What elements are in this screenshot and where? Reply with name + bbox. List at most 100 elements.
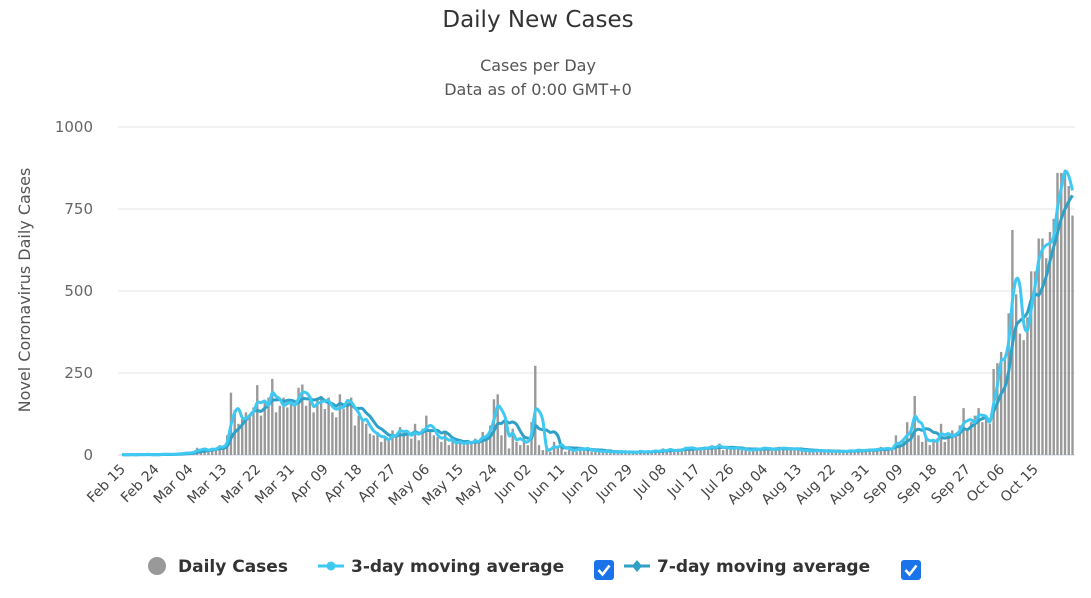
daily-cases-bar [387, 440, 390, 455]
x-tick-label: Jun 20 [559, 462, 602, 505]
x-tick-label: Oct 15 [998, 462, 1042, 506]
y-tick-label: 750 [64, 200, 93, 218]
daily-cases-bar [740, 450, 744, 455]
daily-cases-bar [966, 428, 969, 455]
daily-cases-bar [248, 415, 251, 455]
daily-cases-bar [289, 402, 293, 455]
x-tick-label: Jun 02 [491, 462, 534, 505]
daily-cases-bar [507, 448, 511, 455]
daily-cases-bar [425, 415, 428, 455]
daily-cases-bar [984, 418, 988, 455]
checkbox-ma3[interactable] [594, 560, 614, 580]
daily-cases-bar [286, 407, 289, 455]
x-tick-label: Jun 11 [525, 462, 568, 505]
daily-cases-chart: Daily New Cases Cases per Day Data as of… [15, 7, 1075, 580]
daily-cases-bar [770, 451, 774, 455]
daily-cases-bar [331, 412, 334, 455]
daily-cases-bar [706, 449, 710, 455]
daily-cases-bar [1003, 359, 1007, 455]
daily-cases-bar [537, 445, 541, 455]
daily-cases-bar [943, 441, 946, 455]
daily-cases-bar [601, 452, 605, 455]
daily-cases-bar [785, 450, 789, 455]
y-axis-ticks: 0 250 500 750 1000 [55, 118, 93, 464]
x-tick-label: Jun 29 [593, 462, 636, 505]
y-tick-label: 0 [83, 446, 93, 464]
daily-cases-bar [721, 450, 725, 455]
daily-cases-bar [988, 423, 992, 455]
daily-cases-bar [917, 435, 920, 455]
daily-cases-bar [1022, 340, 1025, 455]
daily-cases-bar [470, 443, 473, 455]
daily-cases-bar [458, 441, 462, 455]
ma3-marker-icon [326, 561, 336, 571]
daily-cases-bar [323, 409, 327, 455]
legend-item-daily-cases[interactable]: Daily Cases [148, 557, 288, 577]
daily-cases-bar [1041, 238, 1044, 455]
legend: Daily Cases 3-day moving average 7-day m… [148, 557, 921, 580]
daily-cases-bar [395, 435, 398, 455]
daily-cases-bar [695, 450, 699, 455]
daily-cases-bar [932, 440, 935, 455]
x-tick-label: Jul 08 [630, 462, 670, 502]
ma7-marker-icon [632, 560, 642, 572]
daily-cases-bar [1018, 333, 1022, 455]
daily-cases-bar [455, 443, 458, 455]
daily-cases-bar [500, 435, 503, 455]
daily-cases-bar [556, 448, 560, 455]
daily-cases-bar [410, 438, 413, 455]
daily-cases-bar [462, 445, 466, 455]
chart-subtitle-2: Data as of 0:00 GMT+0 [444, 80, 632, 99]
checkbox-ma3-box[interactable] [594, 560, 614, 580]
daily-cases-marker-icon [148, 557, 166, 575]
daily-cases-bar [921, 441, 924, 455]
daily-cases-bar [797, 450, 800, 455]
daily-cases-bar [406, 435, 409, 455]
daily-cases-bar [440, 441, 443, 455]
legend-item-7-day[interactable]: 7-day moving average [624, 557, 870, 577]
daily-cases-bar [575, 451, 578, 455]
daily-cases-bar [308, 400, 312, 455]
daily-cases-bar [1014, 294, 1018, 455]
daily-cases-bar [954, 436, 958, 455]
legend-label-daily-cases: Daily Cases [178, 557, 288, 577]
daily-cases-bar [380, 441, 383, 455]
daily-cases-bar [342, 409, 345, 455]
daily-cases-bar [477, 441, 481, 455]
daily-cases-bar [327, 397, 330, 455]
daily-cases-bar [436, 436, 439, 455]
daily-cases-bar [823, 452, 826, 455]
daily-cases-bar [274, 412, 278, 455]
daily-cases-bar [673, 451, 676, 455]
checkbox-ma7[interactable] [901, 560, 921, 580]
legend-item-3-day[interactable]: 3-day moving average [318, 557, 564, 577]
daily-cases-bar [365, 423, 368, 455]
daily-cases-bar [428, 432, 432, 455]
daily-cases-bar [312, 412, 315, 455]
gridlines [118, 126, 1075, 456]
daily-cases-bar [271, 378, 274, 455]
daily-cases-bar [1067, 186, 1070, 456]
y-tick-label: 500 [64, 282, 93, 300]
daily-cases-bar [391, 430, 394, 455]
y-tick-label: 250 [64, 364, 93, 382]
daily-cases-bar [515, 441, 518, 455]
daily-cases-bar [346, 399, 349, 455]
daily-cases-bar [432, 435, 436, 455]
daily-cases-bar [519, 445, 522, 455]
x-axis-ticks: Feb 15Feb 24Mar 04Mar 13Mar 22Mar 31Apr … [84, 461, 1042, 509]
daily-cases-bar [304, 405, 308, 455]
daily-cases-bar [372, 435, 375, 455]
daily-cases-bar [451, 440, 454, 455]
daily-cases-bar [417, 440, 421, 455]
daily-cases-bar [564, 451, 567, 455]
daily-cases-bar [725, 448, 729, 455]
daily-cases-bar [481, 432, 484, 455]
daily-cases-bar [413, 423, 417, 455]
daily-cases-bar [319, 395, 323, 455]
daily-cases-bar [259, 415, 263, 455]
legend-label-ma3: 3-day moving average [351, 557, 564, 577]
daily-cases-bar [353, 425, 357, 455]
checkbox-ma7-box[interactable] [901, 560, 921, 580]
daily-cases-bar [567, 450, 571, 455]
